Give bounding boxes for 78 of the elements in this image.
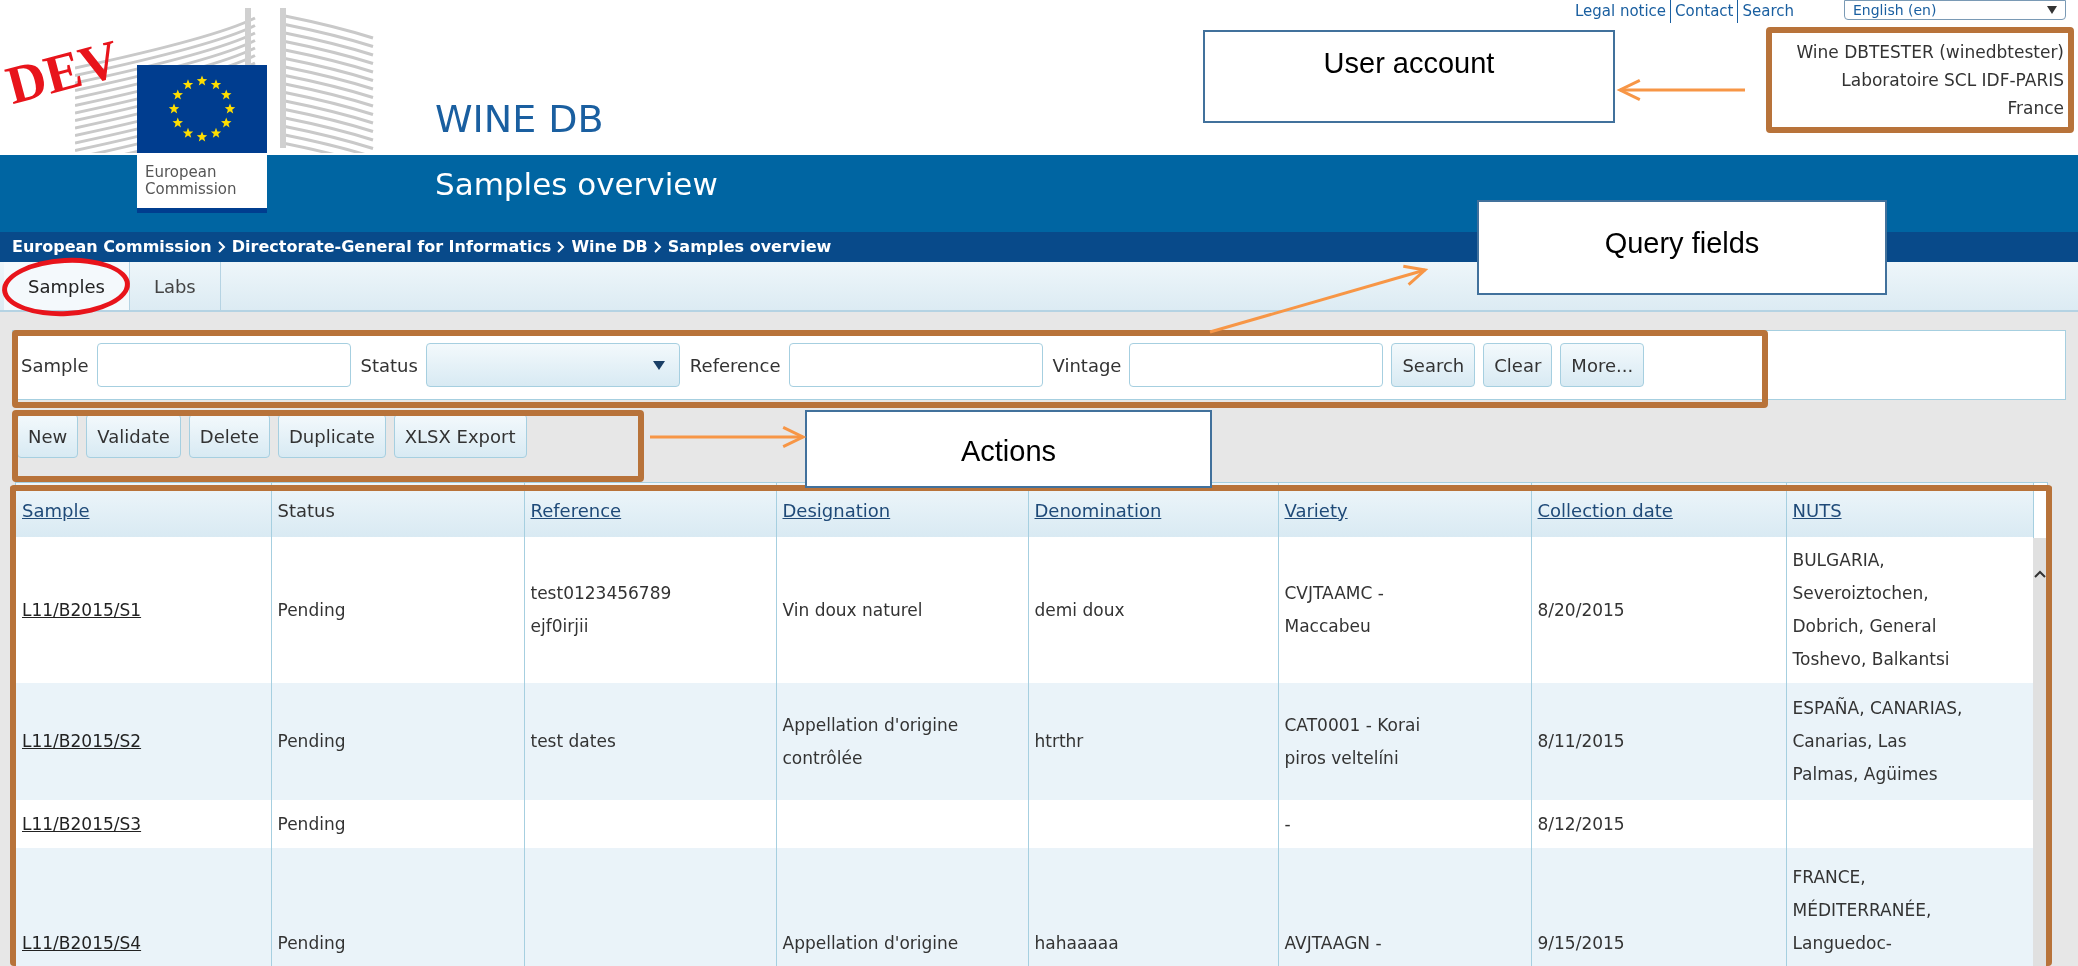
user-info: Wine DBTESTER (winedbtester) xyxy=(1796,41,2064,64)
action-button[interactable]: Delete xyxy=(188,414,270,458)
chevron-icon xyxy=(653,241,662,253)
table-cell-text: htrthr xyxy=(1034,730,1085,753)
table-cell-text: 8/20/2015 xyxy=(1537,598,1626,622)
field-label: Status xyxy=(360,353,418,378)
action-button[interactable]: Validate xyxy=(86,414,181,458)
column-header[interactable]: Reference xyxy=(530,499,622,521)
table-cell-text: Vin doux naturel xyxy=(782,598,924,622)
breadcrumb-link[interactable]: European Commission xyxy=(12,235,212,259)
input-field[interactable] xyxy=(1129,343,1384,387)
site-title: WINE DB xyxy=(435,100,604,138)
logo-caption: European Commission xyxy=(137,153,267,213)
chevron-icon xyxy=(557,241,566,253)
action-button[interactable]: XLSX Export xyxy=(393,414,527,458)
tab[interactable]: Labs xyxy=(129,262,221,310)
table-cell-text: 8/12/2015 xyxy=(1537,812,1626,836)
callout-label: User account xyxy=(1323,46,1495,81)
table-cell-text: test0123456789 ejf0irjii xyxy=(530,582,673,638)
header-link[interactable]: Contact xyxy=(1670,0,1738,23)
status-select[interactable] xyxy=(425,343,680,387)
breadcrumb-link[interactable]: Directorate-General for Informatics xyxy=(231,235,552,259)
table-cell-text: demi doux xyxy=(1034,598,1126,622)
sample-link[interactable]: L11/B2015/S4 xyxy=(22,927,265,960)
table-cell-text: Pending xyxy=(277,812,347,836)
table-cell-text: Pending xyxy=(277,598,347,622)
column-header[interactable]: Designation xyxy=(782,499,891,521)
column-header[interactable]: Collection date xyxy=(1537,499,1673,521)
column-header[interactable]: Variety xyxy=(1284,499,1348,521)
query-button[interactable]: More... xyxy=(1560,343,1645,387)
sample-link[interactable]: L11/B2015/S2 xyxy=(22,725,265,758)
table-cell-text: BULGARIA, Severoiztochen, Dobrich, General Toshevo, Balkantsi xyxy=(1792,549,1951,671)
action-button[interactable]: New xyxy=(17,414,79,458)
column-header[interactable]: Denomination xyxy=(1034,499,1162,521)
sample-link[interactable]: L11/B2015/S3 xyxy=(22,807,265,841)
scroll-up-icon[interactable] xyxy=(2034,570,2046,578)
table-cell-text: CAT0001 - Korai piros veltelíni xyxy=(1284,713,1422,770)
language-select[interactable]: English (en) xyxy=(1844,0,2066,20)
field-label: Vintage xyxy=(1052,353,1122,378)
table-cell-text: ESPAÑA, CANARIAS, Canarias, Las Palmas, Agüimes xyxy=(1792,696,1964,786)
column-header[interactable]: NUTS xyxy=(1792,499,1842,521)
input-field[interactable] xyxy=(96,343,351,387)
sample-link[interactable]: L11/B2015/S1 xyxy=(22,593,265,627)
table-cell-text: 9/15/2015 xyxy=(1537,932,1626,955)
table-cell-text: test dates xyxy=(530,730,617,753)
column-header[interactable]: Sample xyxy=(22,499,90,521)
caret-icon xyxy=(2047,6,2057,14)
table-cell-text: AVJTAAGN - xyxy=(1284,932,1383,955)
query-button[interactable]: Clear xyxy=(1483,343,1553,387)
table-cell-text: Pending xyxy=(277,932,347,955)
table-cell-text: CVJTAAMC - Maccabeu xyxy=(1284,582,1385,638)
field-label: Reference xyxy=(689,353,781,378)
user-info: Laboratoire SCL IDF-PARIS xyxy=(1841,69,2064,92)
user-info: France xyxy=(2007,97,2064,120)
column-header: Status xyxy=(277,499,335,521)
action-button[interactable]: Duplicate xyxy=(277,414,386,458)
header-link[interactable]: Search xyxy=(1737,0,1798,23)
eu-flag-icon xyxy=(137,65,267,153)
caret-icon xyxy=(652,360,665,370)
callout-label: Actions xyxy=(960,434,1057,469)
table-cell-text: Appellation d'origine xyxy=(782,932,960,955)
callout-label: Query fields xyxy=(1604,226,1760,261)
chevron-icon xyxy=(217,241,226,253)
breadcrumb-link[interactable]: Samples overview xyxy=(667,235,832,259)
field-label: Sample xyxy=(21,353,89,378)
table-cell-text: FRANCE, MÉDITERRANÉE, Languedoc- xyxy=(1792,866,1933,955)
input-field[interactable] xyxy=(788,343,1043,387)
query-button[interactable]: Search xyxy=(1391,343,1476,387)
table-cell-text: Appellation d'origine contrôlée xyxy=(782,713,960,770)
header-link[interactable]: Legal notice xyxy=(1570,0,1671,23)
table-cell-text: - xyxy=(1284,812,1292,836)
breadcrumb-link[interactable]: Wine DB xyxy=(571,235,648,259)
table-cell-text: Pending xyxy=(277,730,347,753)
dev-label: DEV xyxy=(0,31,126,113)
table-cell-text: 8/11/2015 xyxy=(1537,730,1626,753)
table-cell-text: hahaaaaa xyxy=(1034,932,1120,955)
page-title: Samples overview xyxy=(435,165,718,204)
scrollbar[interactable] xyxy=(2033,538,2047,966)
